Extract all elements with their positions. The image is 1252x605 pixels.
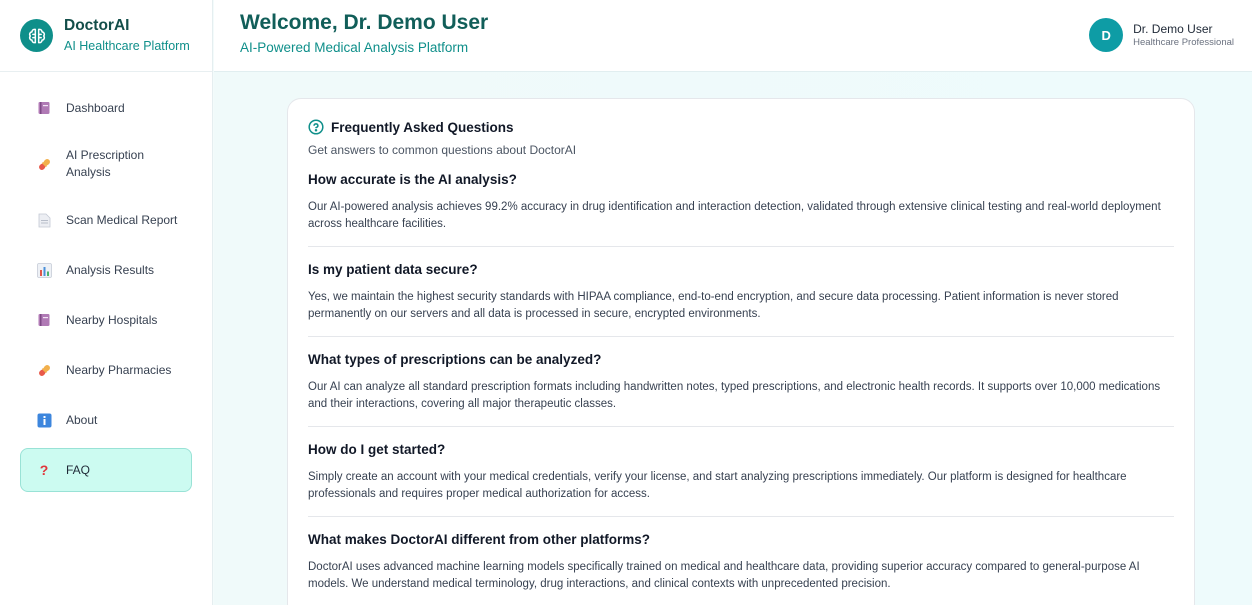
bar-chart-icon <box>36 262 52 278</box>
sidebar-item-about[interactable]: About <box>20 398 192 442</box>
brain-logo-icon <box>20 19 53 52</box>
brand[interactable]: DoctorAI AI Healthcare Platform <box>0 0 212 72</box>
brand-subtitle: AI Healthcare Platform <box>64 39 190 53</box>
faq-title: Frequently Asked Questions <box>331 119 514 135</box>
sidebar-item-nearby-pharmacies[interactable]: Nearby Pharmacies <box>20 348 192 392</box>
user-profile[interactable]: D Dr. Demo User Healthcare Professional <box>1089 18 1234 52</box>
document-icon <box>36 212 52 228</box>
sidebar-item-label: Scan Medical Report <box>66 212 178 227</box>
faq-answer: Simply create an account with your medic… <box>308 471 1127 500</box>
faq-question: How accurate is the AI analysis? <box>308 172 517 187</box>
faq-item: How accurate is the AI analysis? Our AI-… <box>308 157 1174 247</box>
question-icon: ? <box>39 462 49 478</box>
faq-answer: Yes, we maintain the highest security st… <box>308 291 1119 320</box>
faq-card: Frequently Asked Questions Get answers t… <box>287 98 1195 605</box>
faq-item: What makes DoctorAI different from other… <box>308 517 1174 605</box>
page-subtitle: AI-Powered Medical Analysis Platform <box>240 40 469 55</box>
info-icon <box>36 412 52 428</box>
sidebar-item-label: About <box>66 412 98 427</box>
user-name: Dr. Demo User <box>1133 21 1213 36</box>
faq-item: How do I get started? Simply create an a… <box>308 427 1174 517</box>
brand-name: DoctorAI <box>64 17 130 34</box>
sidebar-item-label: Nearby Pharmacies <box>66 362 172 377</box>
faq-subtitle: Get answers to common questions about Do… <box>308 143 577 157</box>
faq-question: What types of prescriptions can be analy… <box>308 352 602 367</box>
sidebar-item-nearby-hospitals[interactable]: Nearby Hospitals <box>20 298 192 342</box>
top-header: Welcome, Dr. Demo User AI-Powered Medica… <box>214 0 1252 72</box>
sidebar-item-prescription-analysis[interactable]: AI Prescription Analysis <box>20 136 192 192</box>
sidebar-item-analysis-results[interactable]: Analysis Results <box>20 248 192 292</box>
sidebar-item-scan-medical-report[interactable]: Scan Medical Report <box>20 198 192 242</box>
sidebar-item-label: Dashboard <box>66 100 125 115</box>
book-icon <box>36 312 52 328</box>
book-icon <box>36 100 52 116</box>
faq-answer: Our AI can analyze all standard prescrip… <box>308 381 1161 410</box>
faq-question: Is my patient data secure? <box>308 262 478 277</box>
sidebar: DoctorAI AI Healthcare Platform Dashboar… <box>0 0 213 605</box>
pill-icon <box>36 156 52 172</box>
sidebar-nav: Dashboard AI Prescription Analysis Scan … <box>0 72 212 492</box>
avatar[interactable]: D <box>1089 18 1124 52</box>
faq-item: What types of prescriptions can be analy… <box>308 337 1174 427</box>
page-title: Welcome, Dr. Demo User <box>240 11 489 34</box>
user-role: Healthcare Professional <box>1133 36 1234 48</box>
faq-question: How do I get started? <box>308 442 446 457</box>
pill-icon <box>36 362 52 378</box>
faq-item: Is my patient data secure? Yes, we maint… <box>308 247 1174 337</box>
sidebar-item-label: AI Prescription Analysis <box>66 148 145 179</box>
sidebar-item-label: FAQ <box>66 462 91 477</box>
sidebar-item-faq[interactable]: ? FAQ <box>20 448 192 492</box>
sidebar-item-dashboard[interactable]: Dashboard <box>20 86 192 130</box>
faq-answer: Our AI-powered analysis achieves 99.2% a… <box>308 201 1161 230</box>
faq-question: What makes DoctorAI different from other… <box>308 532 651 547</box>
sidebar-item-label: Nearby Hospitals <box>66 312 158 327</box>
faq-answer: DoctorAI uses advanced machine learning … <box>308 561 1140 590</box>
sidebar-item-label: Analysis Results <box>66 262 155 277</box>
help-circle-icon <box>308 119 324 135</box>
main-content: Frequently Asked Questions Get answers t… <box>214 72 1252 605</box>
